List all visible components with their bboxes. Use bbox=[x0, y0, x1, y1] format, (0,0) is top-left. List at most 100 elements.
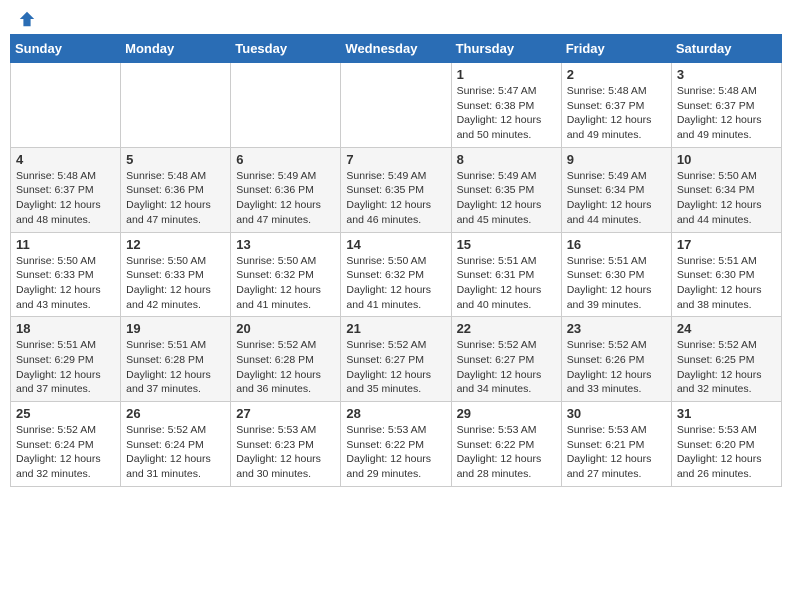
calendar-cell: 2 Sunrise: 5:48 AM Sunset: 6:37 PM Daylig… bbox=[561, 63, 671, 148]
calendar-cell: 12 Sunrise: 5:50 AM Sunset: 6:33 PM Dayli… bbox=[121, 232, 231, 317]
logo bbox=[14, 10, 36, 28]
day-number: 11 bbox=[16, 237, 115, 252]
day-number: 16 bbox=[567, 237, 666, 252]
day-number: 23 bbox=[567, 321, 666, 336]
day-info: Sunrise: 5:52 AM Sunset: 6:27 PM Dayligh… bbox=[346, 338, 445, 397]
day-info: Sunrise: 5:48 AM Sunset: 6:37 PM Dayligh… bbox=[16, 169, 115, 228]
weekday-header-sunday: Sunday bbox=[11, 35, 121, 63]
day-number: 1 bbox=[457, 67, 556, 82]
day-number: 6 bbox=[236, 152, 335, 167]
calendar-cell: 21 Sunrise: 5:52 AM Sunset: 6:27 PM Dayli… bbox=[341, 317, 451, 402]
calendar-cell: 13 Sunrise: 5:50 AM Sunset: 6:32 PM Dayli… bbox=[231, 232, 341, 317]
day-info: Sunrise: 5:49 AM Sunset: 6:35 PM Dayligh… bbox=[457, 169, 556, 228]
page-header bbox=[10, 10, 782, 28]
weekday-header-tuesday: Tuesday bbox=[231, 35, 341, 63]
calendar-cell: 22 Sunrise: 5:52 AM Sunset: 6:27 PM Dayli… bbox=[451, 317, 561, 402]
weekday-header-friday: Friday bbox=[561, 35, 671, 63]
calendar-table: SundayMondayTuesdayWednesdayThursdayFrid… bbox=[10, 34, 782, 487]
day-info: Sunrise: 5:52 AM Sunset: 6:25 PM Dayligh… bbox=[677, 338, 776, 397]
weekday-header-wednesday: Wednesday bbox=[341, 35, 451, 63]
day-info: Sunrise: 5:52 AM Sunset: 6:24 PM Dayligh… bbox=[126, 423, 225, 482]
calendar-week-4: 25 Sunrise: 5:52 AM Sunset: 6:24 PM Dayli… bbox=[11, 402, 782, 487]
day-info: Sunrise: 5:52 AM Sunset: 6:28 PM Dayligh… bbox=[236, 338, 335, 397]
day-number: 8 bbox=[457, 152, 556, 167]
calendar-cell: 11 Sunrise: 5:50 AM Sunset: 6:33 PM Dayli… bbox=[11, 232, 121, 317]
day-info: Sunrise: 5:52 AM Sunset: 6:27 PM Dayligh… bbox=[457, 338, 556, 397]
day-number: 27 bbox=[236, 406, 335, 421]
calendar-cell: 5Sunrise: 5:48 AM Sunset: 6:36 PM Daylig… bbox=[121, 147, 231, 232]
day-info: Sunrise: 5:51 AM Sunset: 6:28 PM Dayligh… bbox=[126, 338, 225, 397]
day-info: Sunrise: 5:50 AM Sunset: 6:32 PM Dayligh… bbox=[346, 254, 445, 313]
day-info: Sunrise: 5:53 AM Sunset: 6:21 PM Dayligh… bbox=[567, 423, 666, 482]
calendar-week-2: 11 Sunrise: 5:50 AM Sunset: 6:33 PM Dayli… bbox=[11, 232, 782, 317]
day-number: 17 bbox=[677, 237, 776, 252]
weekday-header-saturday: Saturday bbox=[671, 35, 781, 63]
day-info: Sunrise: 5:50 AM Sunset: 6:34 PM Dayligh… bbox=[677, 169, 776, 228]
day-number: 20 bbox=[236, 321, 335, 336]
calendar-cell bbox=[231, 63, 341, 148]
day-number: 31 bbox=[677, 406, 776, 421]
day-info: Sunrise: 5:48 AM Sunset: 6:36 PM Dayligh… bbox=[126, 169, 225, 228]
day-number: 15 bbox=[457, 237, 556, 252]
day-number: 3 bbox=[677, 67, 776, 82]
calendar-cell: 26 Sunrise: 5:52 AM Sunset: 6:24 PM Dayli… bbox=[121, 402, 231, 487]
day-info: Sunrise: 5:51 AM Sunset: 6:31 PM Dayligh… bbox=[457, 254, 556, 313]
day-info: Sunrise: 5:48 AM Sunset: 6:37 PM Dayligh… bbox=[567, 84, 666, 143]
day-info: Sunrise: 5:51 AM Sunset: 6:30 PM Dayligh… bbox=[677, 254, 776, 313]
day-info: Sunrise: 5:53 AM Sunset: 6:22 PM Dayligh… bbox=[346, 423, 445, 482]
calendar-week-0: 1 Sunrise: 5:47 AM Sunset: 6:38 PM Daylig… bbox=[11, 63, 782, 148]
day-number: 9 bbox=[567, 152, 666, 167]
weekday-header-row: SundayMondayTuesdayWednesdayThursdayFrid… bbox=[11, 35, 782, 63]
day-info: Sunrise: 5:52 AM Sunset: 6:24 PM Dayligh… bbox=[16, 423, 115, 482]
day-number: 24 bbox=[677, 321, 776, 336]
calendar-cell: 25 Sunrise: 5:52 AM Sunset: 6:24 PM Dayli… bbox=[11, 402, 121, 487]
day-number: 26 bbox=[126, 406, 225, 421]
calendar-cell: 3 Sunrise: 5:48 AM Sunset: 6:37 PM Daylig… bbox=[671, 63, 781, 148]
calendar-cell: 20 Sunrise: 5:52 AM Sunset: 6:28 PM Dayli… bbox=[231, 317, 341, 402]
calendar-cell: 23Sunrise: 5:52 AM Sunset: 6:26 PM Dayli… bbox=[561, 317, 671, 402]
day-number: 10 bbox=[677, 152, 776, 167]
day-number: 2 bbox=[567, 67, 666, 82]
day-number: 4 bbox=[16, 152, 115, 167]
calendar-cell: 14 Sunrise: 5:50 AM Sunset: 6:32 PM Dayli… bbox=[341, 232, 451, 317]
calendar-cell: 10 Sunrise: 5:50 AM Sunset: 6:34 PM Dayli… bbox=[671, 147, 781, 232]
weekday-header-thursday: Thursday bbox=[451, 35, 561, 63]
calendar-cell: 15 Sunrise: 5:51 AM Sunset: 6:31 PM Dayli… bbox=[451, 232, 561, 317]
day-number: 28 bbox=[346, 406, 445, 421]
day-number: 13 bbox=[236, 237, 335, 252]
calendar-cell: 18Sunrise: 5:51 AM Sunset: 6:29 PM Dayli… bbox=[11, 317, 121, 402]
day-info: Sunrise: 5:50 AM Sunset: 6:33 PM Dayligh… bbox=[126, 254, 225, 313]
day-info: Sunrise: 5:53 AM Sunset: 6:20 PM Dayligh… bbox=[677, 423, 776, 482]
calendar-cell: 28 Sunrise: 5:53 AM Sunset: 6:22 PM Dayli… bbox=[341, 402, 451, 487]
day-info: Sunrise: 5:48 AM Sunset: 6:37 PM Dayligh… bbox=[677, 84, 776, 143]
day-info: Sunrise: 5:49 AM Sunset: 6:34 PM Dayligh… bbox=[567, 169, 666, 228]
day-number: 14 bbox=[346, 237, 445, 252]
logo-icon bbox=[18, 10, 36, 28]
day-info: Sunrise: 5:51 AM Sunset: 6:30 PM Dayligh… bbox=[567, 254, 666, 313]
calendar-week-3: 18Sunrise: 5:51 AM Sunset: 6:29 PM Dayli… bbox=[11, 317, 782, 402]
day-number: 7 bbox=[346, 152, 445, 167]
calendar-cell bbox=[341, 63, 451, 148]
day-info: Sunrise: 5:49 AM Sunset: 6:35 PM Dayligh… bbox=[346, 169, 445, 228]
calendar-cell: 4 Sunrise: 5:48 AM Sunset: 6:37 PM Daylig… bbox=[11, 147, 121, 232]
day-number: 12 bbox=[126, 237, 225, 252]
day-number: 30 bbox=[567, 406, 666, 421]
day-number: 25 bbox=[16, 406, 115, 421]
calendar-cell: 8 Sunrise: 5:49 AM Sunset: 6:35 PM Daylig… bbox=[451, 147, 561, 232]
day-number: 18 bbox=[16, 321, 115, 336]
calendar-cell: 30 Sunrise: 5:53 AM Sunset: 6:21 PM Dayli… bbox=[561, 402, 671, 487]
day-number: 29 bbox=[457, 406, 556, 421]
calendar-cell: 27 Sunrise: 5:53 AM Sunset: 6:23 PM Dayli… bbox=[231, 402, 341, 487]
calendar-cell: 19Sunrise: 5:51 AM Sunset: 6:28 PM Dayli… bbox=[121, 317, 231, 402]
calendar-cell: 24 Sunrise: 5:52 AM Sunset: 6:25 PM Dayli… bbox=[671, 317, 781, 402]
day-number: 21 bbox=[346, 321, 445, 336]
day-info: Sunrise: 5:53 AM Sunset: 6:23 PM Dayligh… bbox=[236, 423, 335, 482]
calendar-cell bbox=[121, 63, 231, 148]
calendar-cell: 29Sunrise: 5:53 AM Sunset: 6:22 PM Dayli… bbox=[451, 402, 561, 487]
day-info: Sunrise: 5:50 AM Sunset: 6:33 PM Dayligh… bbox=[16, 254, 115, 313]
day-number: 22 bbox=[457, 321, 556, 336]
day-info: Sunrise: 5:47 AM Sunset: 6:38 PM Dayligh… bbox=[457, 84, 556, 143]
day-info: Sunrise: 5:49 AM Sunset: 6:36 PM Dayligh… bbox=[236, 169, 335, 228]
day-info: Sunrise: 5:50 AM Sunset: 6:32 PM Dayligh… bbox=[236, 254, 335, 313]
calendar-cell: 7 Sunrise: 5:49 AM Sunset: 6:35 PM Daylig… bbox=[341, 147, 451, 232]
